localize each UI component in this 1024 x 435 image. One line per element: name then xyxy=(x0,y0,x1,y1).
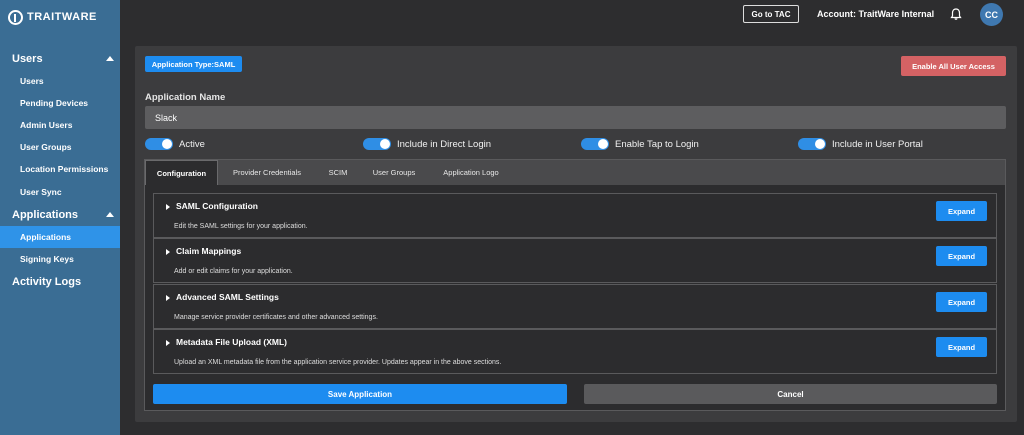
section-title[interactable]: SAML Configuration xyxy=(176,201,258,211)
go-to-tac-button[interactable]: Go to TAC xyxy=(743,5,799,23)
sidebar-item-location-permissions[interactable]: Location Permissions xyxy=(0,158,120,180)
toggle-label: Enable Tap to Login xyxy=(615,138,699,150)
caret-right-icon[interactable] xyxy=(166,204,170,210)
expand-button[interactable]: Expand xyxy=(936,201,987,221)
sidebar-section-label: Activity Logs xyxy=(12,276,82,288)
sidebar-item-users[interactable]: Users xyxy=(0,70,120,92)
sidebar-item-pending-devices[interactable]: Pending Devices xyxy=(0,92,120,114)
account-label: Account: TraitWare Internal xyxy=(817,9,935,19)
sidebar-item-label: User Sync xyxy=(20,187,62,197)
section-description: Manage service provider certificates and… xyxy=(174,314,378,321)
section-title[interactable]: Claim Mappings xyxy=(176,246,241,256)
toggle-include-direct-login[interactable]: Include in Direct Login xyxy=(363,138,491,150)
sidebar-item-user-sync[interactable]: User Sync xyxy=(0,181,120,203)
toggle-enable-tap-to-login[interactable]: Enable Tap to Login xyxy=(581,138,699,150)
sidebar-item-label: Users xyxy=(20,76,44,86)
toggle-label: Active xyxy=(179,138,205,150)
toggle-active[interactable]: Active xyxy=(145,138,205,150)
expand-button[interactable]: Expand xyxy=(936,337,987,357)
application-type-badge: Application Type:SAML xyxy=(145,56,242,72)
section-title[interactable]: Metadata File Upload (XML) xyxy=(176,337,287,347)
sidebar-section-label: Applications xyxy=(12,209,79,221)
traitware-logo[interactable]: TRAITWARE xyxy=(8,6,116,28)
tab-configuration[interactable]: Configuration xyxy=(145,160,218,185)
section-claim-mappings: Claim Mappings Add or edit claims for yo… xyxy=(153,238,997,283)
traitware-logo-icon xyxy=(8,9,23,25)
cancel-button[interactable]: Cancel xyxy=(584,384,997,404)
avatar[interactable]: CC xyxy=(980,3,1003,26)
section-metadata-file-upload: Metadata File Upload (XML) Upload an XML… xyxy=(153,329,997,374)
section-saml-configuration: SAML Configuration Edit the SAML setting… xyxy=(153,193,997,238)
tab-provider-credentials[interactable]: Provider Credentials xyxy=(222,160,312,185)
sidebar-section-users[interactable]: Users xyxy=(0,48,120,70)
save-application-button[interactable]: Save Application xyxy=(153,384,567,404)
toggle-switch[interactable] xyxy=(798,138,826,150)
sidebar-item-signing-keys[interactable]: Signing Keys xyxy=(0,248,120,270)
toggle-switch[interactable] xyxy=(581,138,609,150)
toggle-switch[interactable] xyxy=(145,138,173,150)
toggle-switch[interactable] xyxy=(363,138,391,150)
sidebar-item-admin-users[interactable]: Admin Users xyxy=(0,114,120,136)
section-advanced-saml-settings: Advanced SAML Settings Manage service pr… xyxy=(153,284,997,329)
sidebar-item-label: Signing Keys xyxy=(20,254,74,264)
toggle-label: Include in User Portal xyxy=(832,138,923,150)
sidebar-item-label: Location Permissions xyxy=(20,164,109,174)
caret-right-icon[interactable] xyxy=(166,295,170,301)
sidebar: TRAITWARE Users Users Pending Devices Ad… xyxy=(0,0,120,435)
tab-scim[interactable]: SCIM xyxy=(318,160,358,185)
tab-user-groups[interactable]: User Groups xyxy=(363,160,425,185)
enable-all-user-access-button[interactable]: Enable All User Access xyxy=(901,56,1006,76)
sidebar-item-applications[interactable]: Applications xyxy=(0,226,120,248)
section-description: Edit the SAML settings for your applicat… xyxy=(174,223,308,230)
bell-icon[interactable] xyxy=(949,7,963,21)
sidebar-item-label: Applications xyxy=(20,232,72,242)
caret-right-icon[interactable] xyxy=(166,249,170,255)
sidebar-item-user-groups[interactable]: User Groups xyxy=(0,136,120,158)
sidebar-section-applications[interactable]: Applications xyxy=(0,204,120,226)
sidebar-section-label: Users xyxy=(12,53,43,65)
section-description: Add or edit claims for your application. xyxy=(174,268,293,275)
expand-button[interactable]: Expand xyxy=(936,246,987,266)
toggle-include-user-portal[interactable]: Include in User Portal xyxy=(798,138,923,150)
sidebar-item-label: Admin Users xyxy=(20,120,73,130)
section-description: Upload an XML metadata file from the app… xyxy=(174,359,502,366)
tab-application-logo[interactable]: Application Logo xyxy=(432,160,510,185)
section-title[interactable]: Advanced SAML Settings xyxy=(176,292,279,302)
chevron-up-icon xyxy=(106,56,114,61)
chevron-up-icon xyxy=(106,212,114,217)
logo-text: TRAITWARE xyxy=(27,11,97,23)
application-name-label: Application Name xyxy=(145,92,226,103)
sidebar-item-label: User Groups xyxy=(20,142,72,152)
caret-right-icon[interactable] xyxy=(166,340,170,346)
application-name-input[interactable] xyxy=(145,106,1006,129)
expand-button[interactable]: Expand xyxy=(936,292,987,312)
sidebar-item-label: Pending Devices xyxy=(20,98,89,108)
toggle-label: Include in Direct Login xyxy=(397,138,491,150)
sidebar-section-activity-logs[interactable]: Activity Logs xyxy=(0,271,120,293)
